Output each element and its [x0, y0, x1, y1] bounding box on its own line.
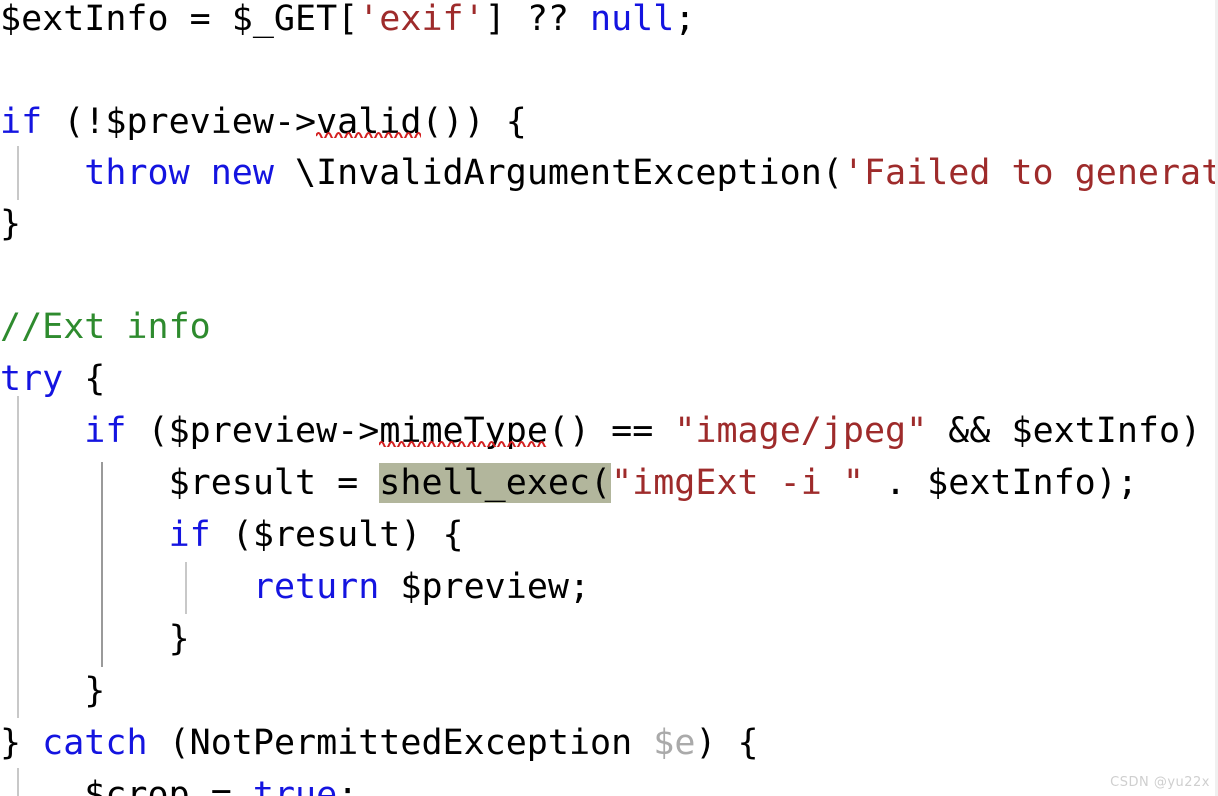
code-token: return — [252, 567, 380, 607]
code-token: null — [590, 0, 675, 39]
line-try[interactable]: try { — [0, 354, 1218, 406]
line-result-shell-exec[interactable]: $result = shell_exec("imgExt -i " . $ext… — [0, 458, 1218, 510]
code-token: 'Failed to generat — [842, 153, 1218, 193]
line-return-preview[interactable]: return $preview; — [0, 562, 1218, 614]
code-token: $e — [653, 723, 696, 763]
code-token: $crop = — [0, 775, 253, 796]
code-token: "image/jpeg" — [674, 411, 928, 451]
code-token: \InvalidArgumentException( — [273, 153, 843, 193]
code-token: ($result) { — [210, 515, 464, 555]
code-token: $result = — [0, 463, 380, 503]
code-token: ; — [337, 775, 359, 796]
code-token: ($preview-> — [126, 411, 380, 451]
code-token: if — [84, 411, 127, 451]
line-if-mimetype[interactable]: if ($preview->mimeType() == "image/jpeg"… — [0, 406, 1218, 458]
line-comment-ext-info[interactable]: //Ext info — [0, 302, 1218, 354]
code-token: $extInfo = $_GET[ — [0, 0, 359, 39]
code-token: if — [168, 515, 211, 555]
code-token: (NotPermittedException — [147, 723, 654, 763]
code-token: 'exif' — [358, 0, 485, 39]
code-token: && $extInfo) — [927, 411, 1202, 451]
code-token: { — [63, 359, 106, 399]
line-close-brace-1[interactable]: } — [0, 199, 1218, 251]
code-lines-container[interactable]: $extInfo = $_GET['exif'] ?? null; if (!$p… — [0, 0, 1218, 796]
code-token: ) { — [695, 723, 759, 763]
error-underlined-token: valid — [316, 102, 421, 142]
line-throw-invalid-argument[interactable]: throw new \InvalidArgumentException('Fai… — [0, 148, 1218, 200]
guide-if-result-block — [185, 562, 187, 614]
error-squiggle-icon — [316, 130, 422, 138]
guide-if-mimetype-block — [101, 462, 103, 667]
code-token: (!$preview-> — [42, 102, 317, 142]
line-crop-true[interactable]: $crop = true; — [0, 770, 1218, 796]
guide-if-block-1 — [17, 146, 19, 200]
code-token: if — [0, 102, 43, 142]
line-close-brace-3[interactable]: } — [0, 666, 1218, 718]
code-token: ()) { — [421, 102, 527, 142]
code-token: } — [0, 671, 106, 711]
code-token: . $extInfo); — [863, 463, 1138, 503]
code-token: ; — [674, 0, 696, 39]
code-token: catch — [42, 723, 148, 763]
line-extinfo-assign[interactable]: $extInfo = $_GET['exif'] ?? null; — [0, 0, 1218, 46]
code-token: $preview; — [379, 567, 591, 607]
line-if-preview-valid[interactable]: if (!$preview->valid()) { — [0, 97, 1218, 149]
code-token: } — [0, 619, 190, 659]
line-if-result[interactable]: if ($result) { — [0, 510, 1218, 562]
code-token: () == — [547, 411, 675, 451]
line-catch-not-permitted[interactable]: } catch (NotPermittedException $e) { — [0, 718, 1218, 770]
error-squiggle-icon — [379, 439, 548, 447]
error-underlined-token: mimeType — [379, 411, 548, 451]
guide-catch-block — [17, 768, 19, 796]
code-token: true — [252, 775, 338, 796]
line-blank-2[interactable] — [0, 250, 1218, 302]
guide-try-block — [17, 396, 19, 718]
highlighted-token: shell_exec( — [379, 463, 612, 503]
code-token: } — [0, 723, 43, 763]
line-blank-1[interactable] — [0, 46, 1218, 98]
code-token: } — [0, 204, 22, 244]
code-token: try — [0, 359, 64, 399]
code-token: ] ?? — [484, 0, 591, 39]
code-token: "imgExt -i " — [611, 463, 864, 503]
csdn-watermark: CSDN @yu22x — [1110, 775, 1210, 790]
code-token: //Ext info — [0, 307, 211, 347]
code-editor-viewport[interactable]: $extInfo = $_GET['exif'] ?? null; if (!$p… — [0, 0, 1218, 796]
code-token: throw new — [84, 153, 274, 193]
line-close-brace-2[interactable]: } — [0, 614, 1218, 666]
